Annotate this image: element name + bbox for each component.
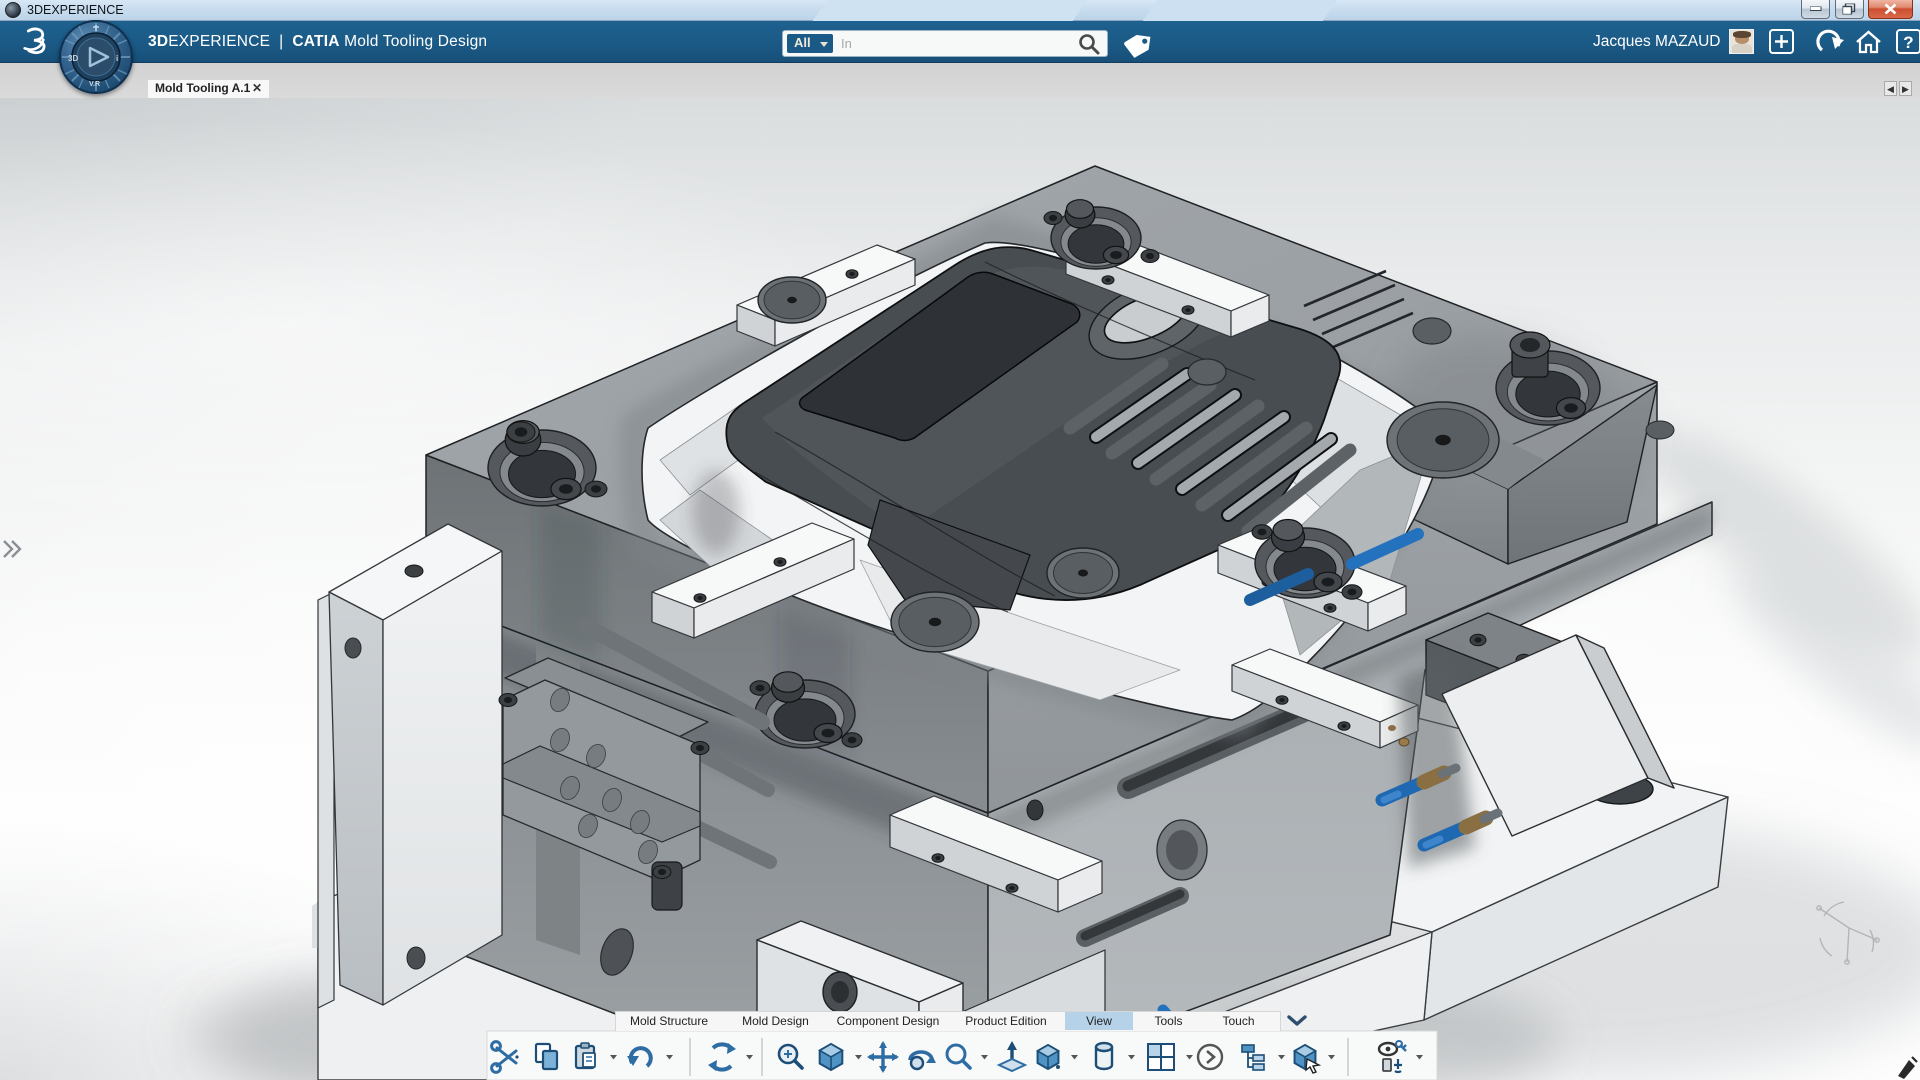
svg-text:V.R: V.R (89, 81, 100, 88)
svg-text:3D: 3D (68, 54, 78, 63)
svg-text:?: ? (1903, 33, 1913, 52)
svg-text:i: i (116, 54, 118, 63)
